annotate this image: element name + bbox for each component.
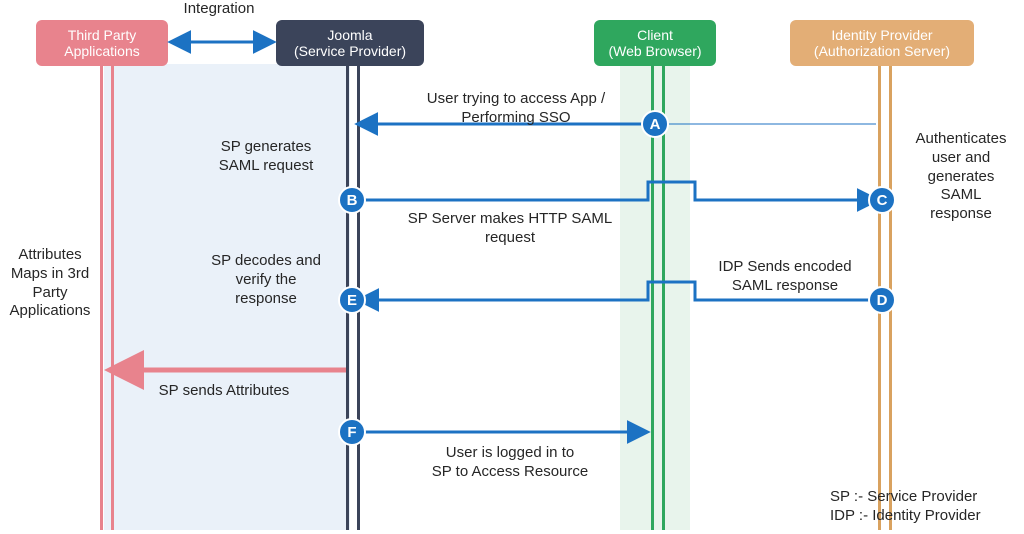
step-c: C <box>868 186 896 214</box>
step-d: D <box>868 286 896 314</box>
label-step-b: SP Server makes HTTP SAML request <box>390 210 630 248</box>
label-integration: Integration <box>164 0 274 19</box>
step-f: F <box>338 418 366 446</box>
lifeline-third-party <box>102 64 106 530</box>
step-b: B <box>338 186 366 214</box>
box-third-party: Third Party Applications <box>36 20 168 66</box>
box-service-provider: Joomla (Service Provider) <box>276 20 424 66</box>
label-attributes-side: Attributes Maps in 3rd Party Application… <box>2 246 98 321</box>
box-client: Client (Web Browser) <box>594 20 716 66</box>
label-step-f: User is logged in to SP to Access Resour… <box>400 444 620 482</box>
box-identity-provider: Identity Provider (Authorization Server) <box>790 20 974 66</box>
step-a: A <box>641 110 669 138</box>
label-legend: SP :- Service Provider IDP :- Identity P… <box>830 488 1020 526</box>
step-e: E <box>338 286 366 314</box>
label-sp-generates: SP generates SAML request <box>196 138 336 176</box>
label-step-e: SP decodes and verify the response <box>196 252 336 308</box>
label-step-d: IDP Sends encoded SAML response <box>700 258 870 296</box>
label-step-c: Authenticates user and generates SAML re… <box>902 130 1020 224</box>
label-sp-sends: SP sends Attributes <box>134 382 314 401</box>
label-step-a: User trying to access App / Performing S… <box>396 90 636 128</box>
